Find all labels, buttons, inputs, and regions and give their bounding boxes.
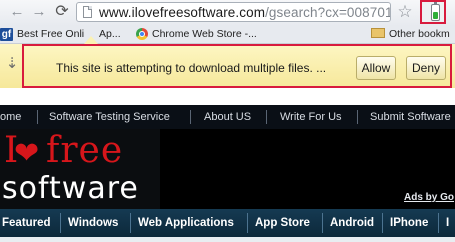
site-header: I ❤ free software Ads by Go [0, 129, 455, 209]
forward-arrow-icon[interactable]: → [30, 3, 48, 21]
star-icon[interactable]: ☆ [395, 2, 415, 22]
logo-free: free [46, 130, 124, 171]
nav-write-for-us[interactable]: Write For Us [280, 109, 342, 125]
bookmark-chrome-web-store[interactable]: Chrome Web Store -... [136, 27, 257, 42]
battery-icon [431, 2, 440, 21]
infobar-pointer [84, 36, 98, 44]
nav-software-testing[interactable]: Software Testing Service [49, 109, 170, 125]
gf-site-icon: gf [0, 27, 13, 41]
nav-about[interactable]: About US [204, 109, 251, 125]
infobar-message: This site is attempting to download mult… [56, 61, 327, 75]
category-featured[interactable]: Featured [2, 209, 51, 237]
category-android[interactable]: Android [330, 209, 374, 237]
address-bar[interactable]: www.ilovefreesoftware.com/gsearch?cx=008… [76, 2, 391, 22]
site-top-nav: ome Software Testing Service About US Wr… [0, 105, 455, 130]
extension-button[interactable] [420, 0, 446, 24]
site-logo[interactable]: I ❤ free software [0, 129, 160, 209]
nav-submit-software[interactable]: Submit Software [370, 109, 451, 125]
download-infobar: ⇣ This site is attempting to download mu… [0, 44, 455, 88]
bookmarks-bar: gf Best Free Onli Ap... Chrome Web Store … [0, 26, 455, 44]
category-windows[interactable]: Windows [68, 209, 118, 237]
url-text[interactable]: www.ilovefreesoftware.com/gsearch?cx=008… [99, 4, 390, 21]
bookmark-other[interactable]: Other bookm [371, 27, 450, 42]
heart-icon: ❤ [14, 137, 40, 170]
allow-button[interactable]: Allow [356, 56, 396, 80]
category-app-store[interactable]: App Store [255, 209, 310, 237]
bookmark-best-free[interactable]: gf Best Free Onli Ap... [0, 27, 121, 42]
folder-icon [371, 28, 385, 39]
chrome-web-store-icon [136, 28, 148, 41]
back-arrow-icon[interactable]: ← [8, 3, 26, 21]
reload-icon[interactable]: ⟳ [53, 3, 71, 21]
logo-software: software [2, 171, 139, 206]
ads-by-google-link[interactable]: Ads by Go [404, 192, 454, 204]
category-more[interactable]: I [446, 209, 449, 237]
category-bar-bottom [0, 237, 455, 242]
deny-button[interactable]: Deny [406, 56, 446, 80]
page-spacer [0, 88, 455, 105]
category-web-applications[interactable]: Web Applications [138, 209, 234, 237]
browser-toolbar: ← → ⟳ www.ilovefreesoftware.com/gsearch?… [0, 0, 455, 26]
category-bar: Featured Windows Web Applications App St… [0, 209, 455, 242]
download-icon: ⇣ [5, 55, 19, 72]
infobar-highlight: This site is attempting to download mult… [22, 44, 452, 88]
page-icon [83, 6, 92, 18]
category-iphone[interactable]: IPhone [390, 209, 428, 237]
nav-home[interactable]: ome [0, 109, 21, 125]
